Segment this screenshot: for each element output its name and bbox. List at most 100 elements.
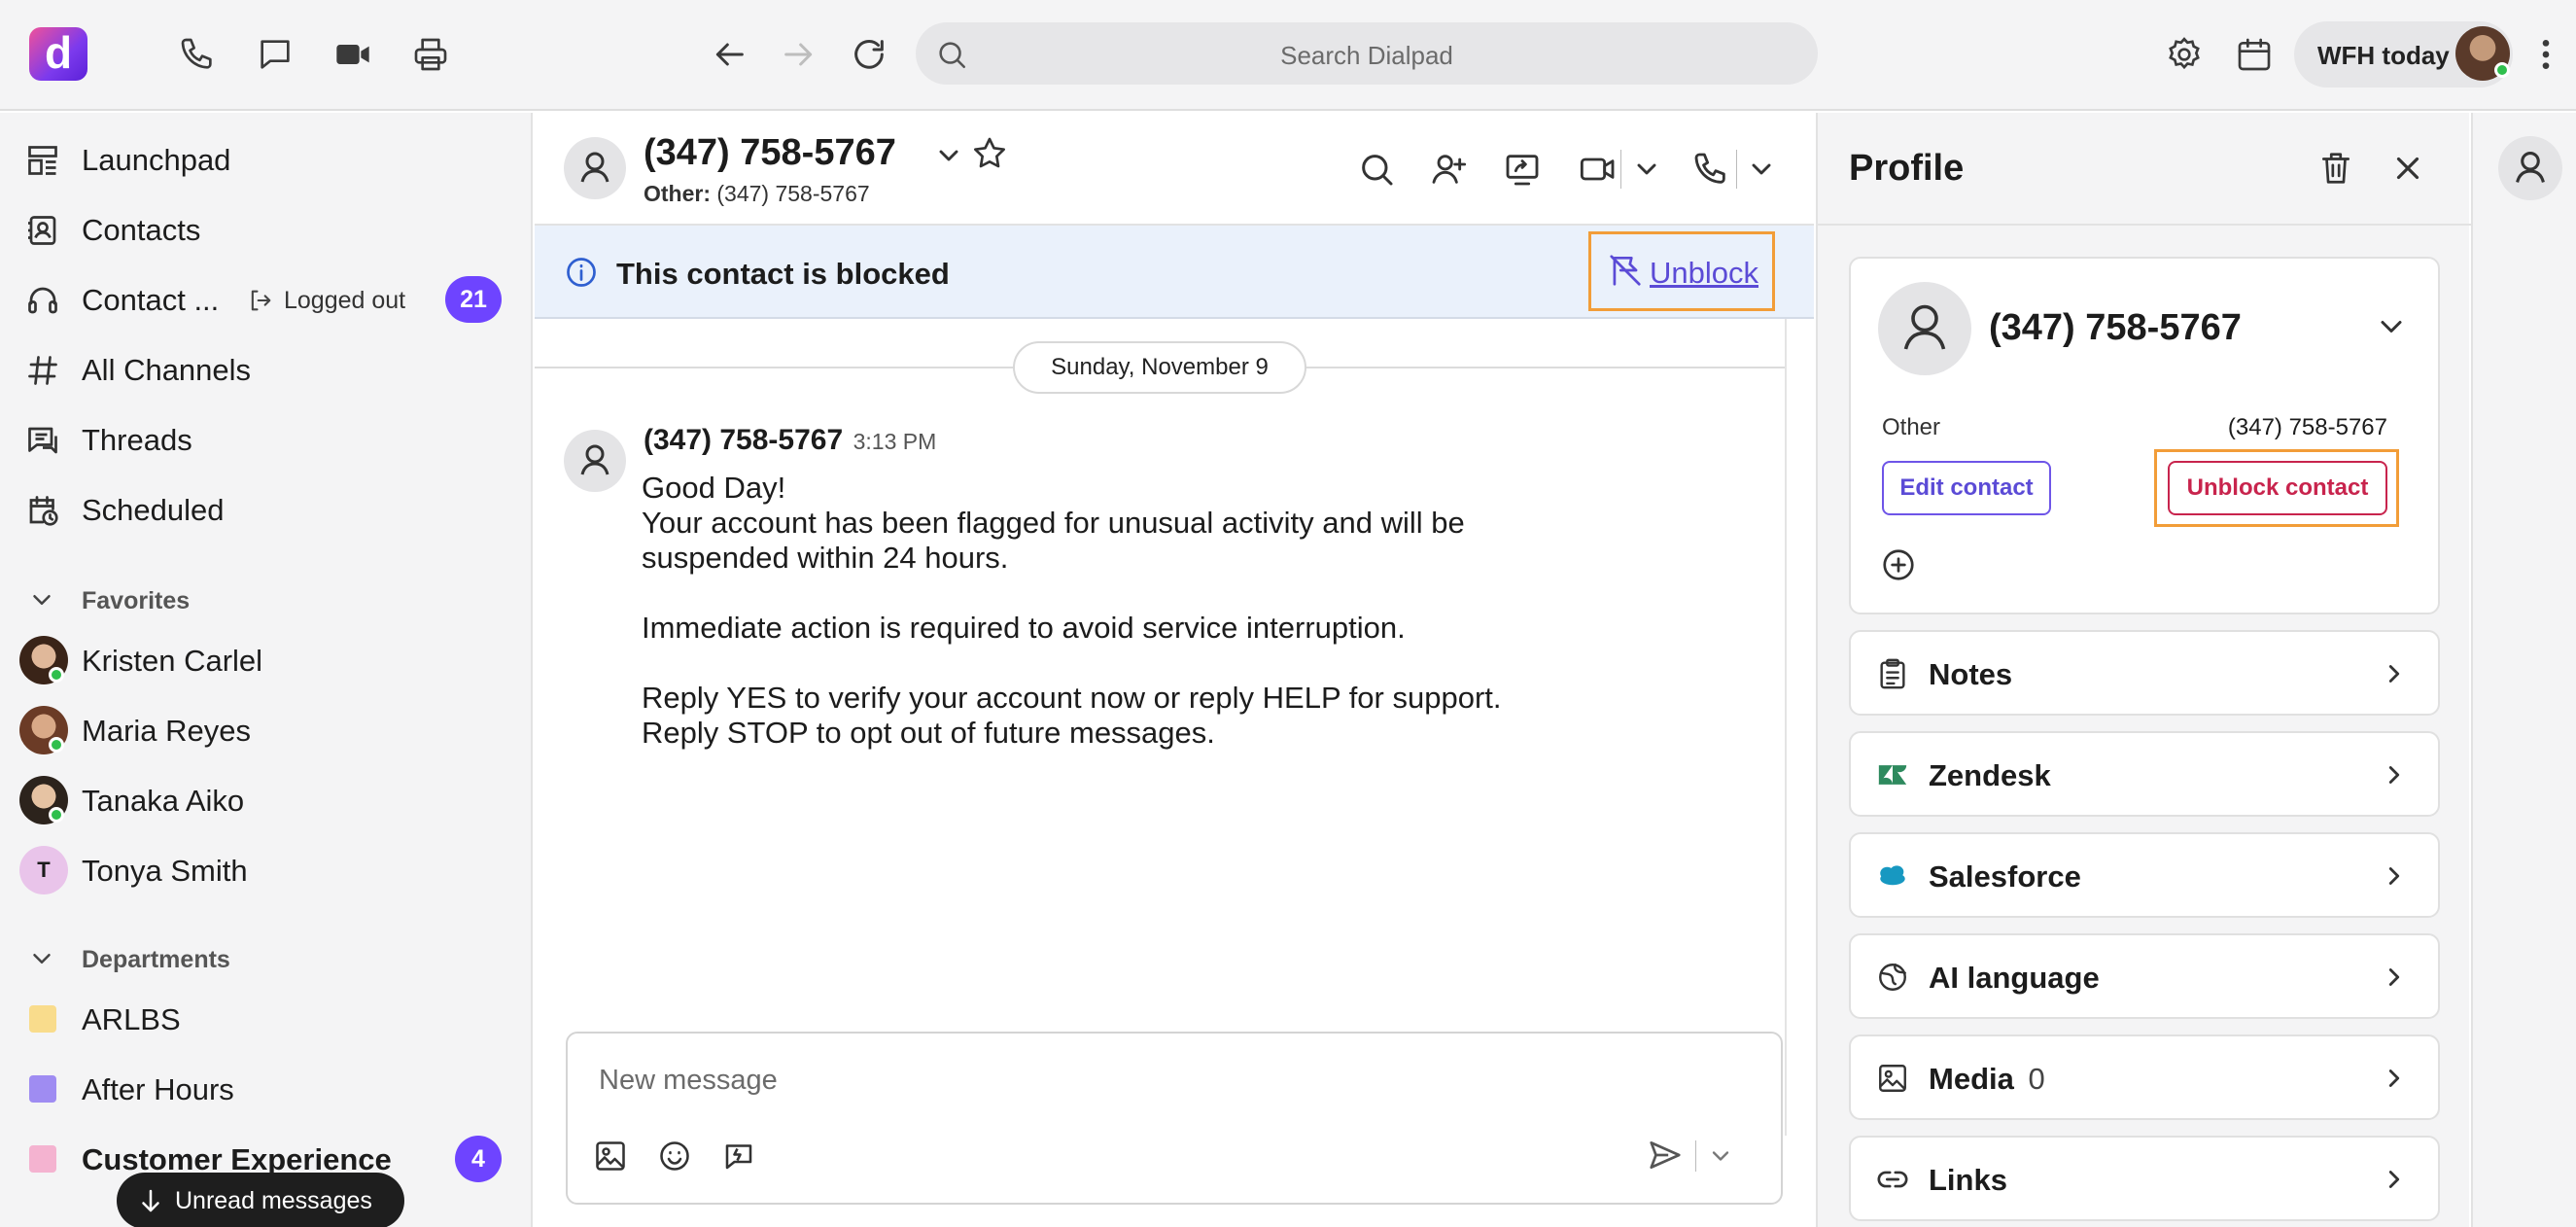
add-person-icon[interactable] — [1429, 150, 1468, 189]
chat-icon[interactable] — [256, 35, 295, 74]
chevron-down-icon[interactable] — [27, 944, 56, 973]
message-header: (347) 758-5767 3:13 PM — [644, 424, 936, 457]
add-circle-icon[interactable] — [1880, 546, 1917, 583]
favorites-header[interactable]: Favorites — [82, 587, 190, 615]
zendesk-row[interactable]: Zendesk — [1849, 731, 2440, 817]
divider — [1736, 150, 1737, 189]
sidebar-item-scheduled[interactable]: Scheduled — [0, 475, 533, 543]
video-icon[interactable] — [1579, 150, 1618, 189]
message-input[interactable]: New message — [599, 1065, 778, 1097]
more-vertical-icon[interactable] — [2531, 35, 2560, 74]
quick-reply-icon[interactable] — [721, 1139, 756, 1174]
sidebar-item-launchpad[interactable]: Launchpad — [0, 125, 533, 193]
message-line: Your account has been flagged for unusua… — [642, 506, 1465, 540]
unread-badge: 4 — [455, 1136, 502, 1182]
contact-avatar[interactable] — [1878, 282, 1971, 375]
notes-row[interactable]: Notes — [1849, 630, 2440, 716]
status-button[interactable]: WFH today — [2294, 21, 2513, 88]
emoji-icon[interactable] — [657, 1139, 692, 1174]
sidebar-item-threads[interactable]: Threads — [0, 405, 533, 473]
salesforce-row[interactable]: Salesforce — [1849, 832, 2440, 918]
online-indicator — [49, 737, 64, 753]
headset-icon — [25, 283, 60, 318]
search-icon[interactable] — [1357, 150, 1396, 189]
favorite-kristen-carlel[interactable]: Kristen Carlel — [0, 626, 533, 694]
refresh-icon[interactable] — [850, 35, 888, 74]
message-sender[interactable]: (347) 758-5767 — [644, 424, 843, 456]
message-line: Reply STOP to opt out of future messages… — [642, 716, 1215, 750]
send-icon[interactable] — [1647, 1137, 1684, 1174]
row-label: Media 0 — [1929, 1062, 2045, 1097]
unread-messages-label: Unread messages — [175, 1187, 372, 1214]
calendar-icon[interactable] — [2235, 35, 2274, 74]
media-count: 0 — [2028, 1062, 2045, 1096]
sidebar-item-contact-center[interactable]: Contact ... Logged out 21 — [0, 265, 533, 333]
chevron-down-icon[interactable] — [933, 140, 964, 171]
unblock-contact-button[interactable]: Unblock contact — [2168, 461, 2387, 515]
favorite-tanaka-aiko[interactable]: Tanaka Aiko — [0, 766, 533, 834]
media-row[interactable]: Media 0 — [1849, 1034, 2440, 1120]
edit-contact-button[interactable]: Edit contact — [1882, 461, 2051, 515]
contact-card: (347) 758-5767 Other (347) 758-5767 Edit… — [1849, 257, 2440, 614]
sidebar-item-label: Launchpad — [82, 143, 231, 177]
phone-icon[interactable] — [1691, 150, 1730, 189]
chevron-right-icon — [2380, 659, 2409, 688]
message-line: Good Day! — [642, 471, 786, 505]
ai-language-row[interactable]: AI language — [1849, 933, 2440, 1019]
unblock-label: Unblock — [1650, 256, 1758, 290]
conversation-title[interactable]: (347) 758-5767 — [644, 132, 896, 174]
salesforce-icon — [1876, 859, 1909, 893]
favorite-name: Tonya Smith — [82, 854, 248, 888]
message-line: Immediate action is required to avoid se… — [642, 611, 1406, 645]
gear-icon[interactable] — [2165, 35, 2204, 74]
screen-share-icon[interactable] — [1503, 150, 1542, 189]
departments-header[interactable]: Departments — [82, 946, 230, 974]
unblock-link[interactable]: Unblock — [1588, 231, 1775, 311]
chevron-down-icon[interactable] — [2374, 309, 2409, 344]
phone-value[interactable]: (347) 758-5767 — [2228, 414, 2387, 441]
unread-messages-button[interactable]: Unread messages — [117, 1173, 404, 1227]
sidebar-item-label: Scheduled — [82, 493, 225, 527]
phone-icon[interactable] — [178, 35, 217, 74]
sidebar-item-contacts[interactable]: Contacts — [0, 195, 533, 263]
row-label: Links — [1929, 1163, 2007, 1197]
trash-icon[interactable] — [2317, 150, 2354, 187]
chevron-right-icon — [2380, 760, 2409, 789]
favorite-tonya-smith[interactable]: T Tonya Smith — [0, 836, 533, 904]
sender-avatar[interactable] — [564, 430, 626, 492]
sidebar-item-all-channels[interactable]: All Channels — [0, 335, 533, 403]
conversation-header: (347) 758-5767 Other: (347) 758-5767 — [535, 113, 1814, 226]
close-icon[interactable] — [2389, 150, 2426, 187]
row-label: Salesforce — [1929, 859, 2081, 894]
avatar: T — [19, 846, 68, 894]
date-divider: Sunday, November 9 — [1013, 341, 1306, 394]
video-icon[interactable] — [333, 35, 372, 74]
dialpad-logo[interactable]: d — [29, 27, 87, 81]
chevron-down-icon[interactable] — [1631, 154, 1662, 185]
scheduled-icon — [25, 493, 60, 528]
row-label: Notes — [1929, 657, 2013, 691]
online-indicator — [49, 807, 64, 823]
back-arrow-icon[interactable] — [710, 35, 748, 74]
hash-icon — [25, 353, 60, 388]
star-icon[interactable] — [970, 134, 1009, 173]
chevron-down-icon[interactable] — [1746, 154, 1777, 185]
launchpad-icon — [25, 143, 60, 178]
chevron-down-icon[interactable] — [1707, 1142, 1734, 1170]
divider — [1695, 1140, 1696, 1172]
scrollbar-track[interactable] — [1785, 319, 1787, 1136]
department-arlbs[interactable]: ARLBS — [0, 985, 533, 1053]
forward-arrow-icon[interactable] — [780, 35, 818, 74]
search-input[interactable]: Search Dialpad — [916, 22, 1818, 85]
favorite-maria-reyes[interactable]: Maria Reyes — [0, 696, 533, 764]
print-icon[interactable] — [411, 35, 450, 74]
department-after-hours[interactable]: After Hours — [0, 1055, 533, 1123]
arrow-down-icon — [136, 1186, 165, 1215]
contact-avatar[interactable] — [564, 137, 626, 199]
links-row[interactable]: Links — [1849, 1136, 2440, 1221]
favorite-name: Maria Reyes — [82, 714, 251, 748]
profile-toggle-button[interactable] — [2498, 136, 2562, 200]
image-icon[interactable] — [593, 1139, 628, 1174]
chevron-down-icon[interactable] — [27, 585, 56, 614]
threads-icon — [25, 423, 60, 458]
